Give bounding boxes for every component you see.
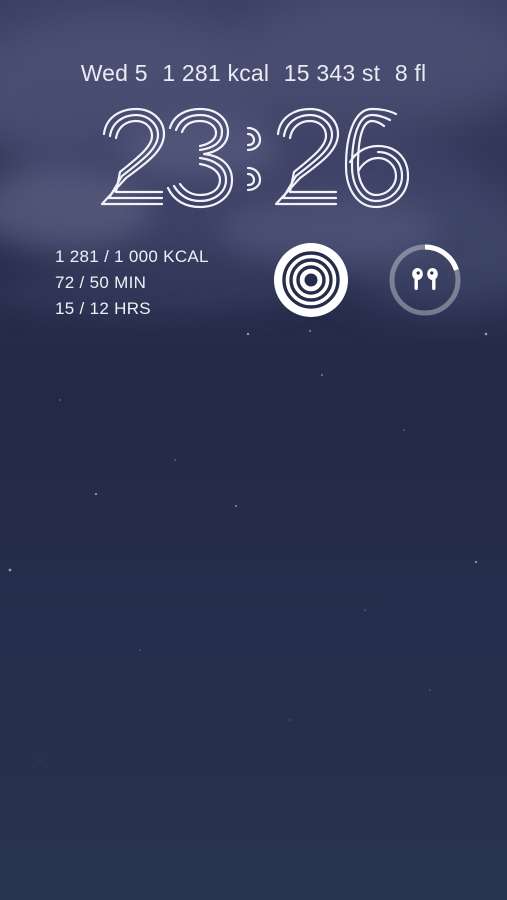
clock-time (100, 107, 410, 209)
exercise-stat: 72 / 50 MIN (55, 273, 147, 292)
move-stat: 1 281 / 1 000 KCAL (55, 247, 209, 266)
clock-colon (246, 126, 262, 192)
status-complication[interactable]: Wed 5 1 281 kcal 15 343 st 8 fl (0, 60, 507, 87)
activity-rings-icon (282, 251, 340, 309)
clock-digit-minutes-ones (344, 107, 410, 209)
steps-label: 15 343 st (283, 60, 381, 86)
activity-rings-widget[interactable] (274, 243, 348, 317)
airpods-battery-widget[interactable] (388, 243, 462, 317)
stand-stat: 15 / 12 HRS (55, 299, 151, 318)
airpods-icon (412, 268, 438, 290)
activity-complication[interactable]: 1 281 / 1 000 KCAL 72 / 50 MIN 15 / 12 H… (55, 244, 209, 322)
clock-digit-hours-tens (100, 107, 166, 206)
clock-digit-minutes-tens (274, 107, 340, 206)
floors-label: 8 fl (394, 60, 427, 86)
calories-label: 1 281 kcal (162, 60, 270, 86)
lock-screen: Wed 5 1 281 kcal 15 343 st 8 fl 1 281 / … (0, 0, 507, 900)
date-label: Wed 5 (80, 60, 148, 86)
airpods-battery-ring (389, 244, 461, 316)
clock-digit-hours-ones (166, 107, 234, 209)
